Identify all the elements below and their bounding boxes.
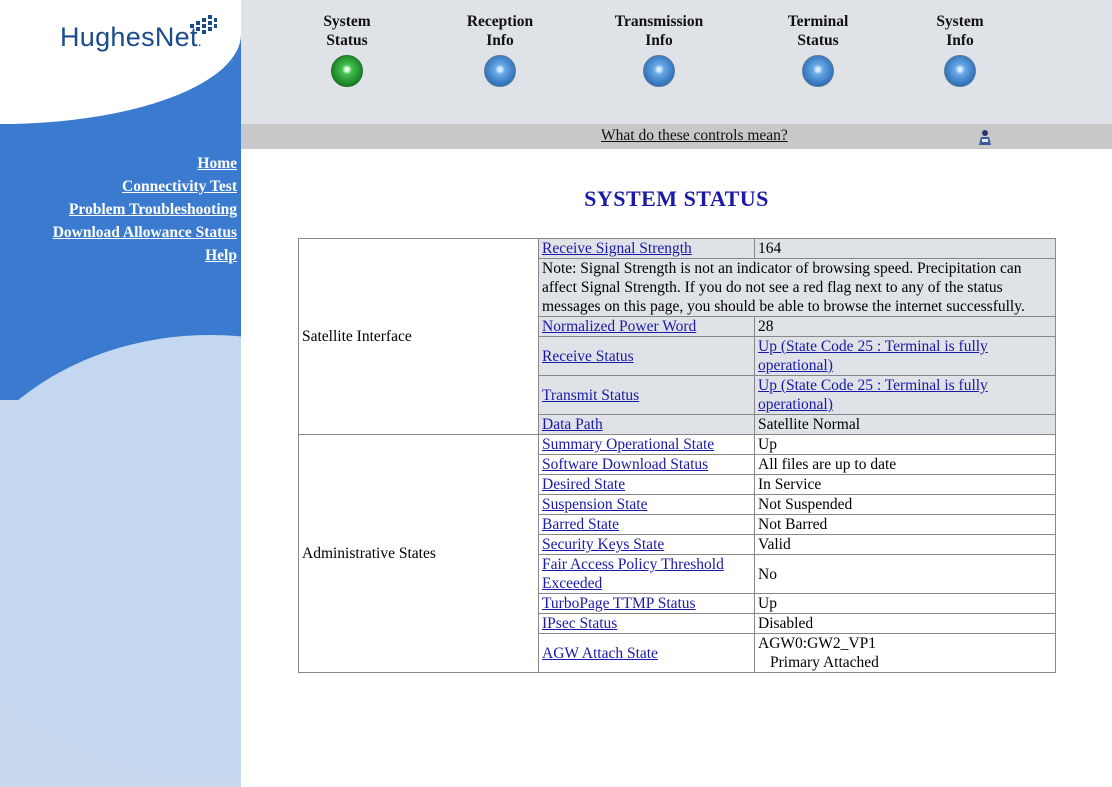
category-satellite-interface: Satellite Interface bbox=[298, 238, 539, 435]
row-key: Fair Access Policy Threshold Exceeded bbox=[538, 554, 755, 594]
row-value: In Service bbox=[754, 474, 1056, 495]
agw-value-detail: Primary Attached bbox=[770, 654, 879, 671]
tab-label: Reception Info bbox=[466, 13, 534, 49]
sidebar-link-help[interactable]: Help bbox=[53, 244, 237, 267]
row-value: No bbox=[754, 554, 1056, 594]
row-key: Security Keys State bbox=[538, 534, 755, 555]
receive-signal-strength-link[interactable]: Receive Signal Strength bbox=[542, 240, 692, 257]
controls-help-link[interactable]: What do these controls mean? bbox=[601, 127, 788, 145]
system-status-table: Satellite Interface Receive Signal Stren… bbox=[298, 238, 1056, 673]
row-value: AGW0:GW2_VP1 Primary Attached bbox=[754, 633, 1056, 673]
help-bar: What do these controls mean? bbox=[241, 124, 1112, 149]
security-keys-state-link[interactable]: Security Keys State bbox=[542, 536, 664, 553]
sidebar-link-download-allowance-status[interactable]: Download Allowance Status bbox=[53, 221, 237, 244]
status-dot-icon[interactable] bbox=[944, 55, 976, 87]
signal-note: Note: Signal Strength is not an indicato… bbox=[538, 258, 1056, 317]
category-administrative-states: Administrative States bbox=[298, 434, 539, 673]
row-key: Receive Status bbox=[538, 336, 755, 376]
sidebar-nav: Home Connectivity Test Problem Troublesh… bbox=[53, 152, 237, 267]
row-value: Valid bbox=[754, 534, 1056, 555]
help-person-icon[interactable] bbox=[977, 129, 993, 145]
row-value: Satellite Normal bbox=[754, 414, 1056, 435]
transmit-status-value-link[interactable]: Up (State Code 25 : Terminal is fully op… bbox=[758, 377, 988, 413]
row-value: 28 bbox=[754, 316, 1056, 337]
hughesnet-logo: HughesNet. bbox=[60, 22, 202, 52]
row-key: Transmit Status bbox=[538, 375, 755, 415]
row-key: Receive Signal Strength bbox=[538, 238, 755, 259]
row-key: Data Path bbox=[538, 414, 755, 435]
row-key: Barred State bbox=[538, 514, 755, 535]
row-value: Not Barred bbox=[754, 514, 1056, 535]
agw-value: AGW0:GW2_VP1 bbox=[758, 635, 876, 652]
row-value: 164 bbox=[754, 238, 1056, 259]
row-key: Software Download Status bbox=[538, 454, 755, 475]
row-key: Desired State bbox=[538, 474, 755, 495]
tab-transmission-info[interactable]: Transmission Info bbox=[609, 12, 709, 87]
left-sidebar: HughesNet. Home Connectivity Test Proble… bbox=[0, 0, 241, 787]
agw-attach-state-link[interactable]: AGW Attach State bbox=[542, 645, 658, 662]
software-download-status-link[interactable]: Software Download Status bbox=[542, 456, 708, 473]
tab-reception-info[interactable]: Reception Info bbox=[450, 12, 550, 87]
sidebar-link-home[interactable]: Home bbox=[53, 152, 237, 175]
sidebar-wave bbox=[0, 335, 241, 775]
status-dot-icon[interactable] bbox=[484, 55, 516, 87]
tab-label: System Info bbox=[936, 13, 984, 49]
row-value: Not Suspended bbox=[754, 494, 1056, 515]
row-key: IPsec Status bbox=[538, 613, 755, 634]
row-value: Up (State Code 25 : Terminal is fully op… bbox=[754, 336, 1056, 376]
row-key: Summary Operational State bbox=[538, 434, 755, 455]
fair-access-policy-link[interactable]: Fair Access Policy Threshold Exceeded bbox=[542, 556, 724, 592]
tab-terminal-status[interactable]: Terminal Status bbox=[768, 12, 868, 87]
tab-system-info[interactable]: System Info bbox=[910, 12, 1010, 87]
status-dot-icon[interactable] bbox=[643, 55, 675, 87]
transmit-status-link[interactable]: Transmit Status bbox=[542, 387, 639, 404]
table-row: Satellite Interface Receive Signal Stren… bbox=[298, 238, 1056, 435]
turbopage-ttmp-status-link[interactable]: TurboPage TTMP Status bbox=[542, 595, 696, 612]
hughesnet-logo-icon bbox=[190, 15, 217, 34]
row-key: Normalized Power Word bbox=[538, 316, 755, 337]
sidebar-link-connectivity-test[interactable]: Connectivity Test bbox=[53, 175, 237, 198]
data-path-link[interactable]: Data Path bbox=[542, 416, 603, 433]
row-key: Suspension State bbox=[538, 494, 755, 515]
barred-state-link[interactable]: Barred State bbox=[542, 516, 619, 533]
row-value: Up (State Code 25 : Terminal is fully op… bbox=[754, 375, 1056, 415]
tab-system-status[interactable]: System Status bbox=[297, 12, 397, 87]
page-title: SYSTEM STATUS bbox=[584, 186, 769, 211]
ipsec-status-link[interactable]: IPsec Status bbox=[542, 615, 617, 632]
status-dot-icon[interactable] bbox=[802, 55, 834, 87]
row-value: All files are up to date bbox=[754, 454, 1056, 475]
row-key: TurboPage TTMP Status bbox=[538, 593, 755, 614]
status-dot-icon[interactable] bbox=[331, 55, 363, 87]
tab-label: Transmission Info bbox=[614, 13, 704, 49]
normalized-power-word-link[interactable]: Normalized Power Word bbox=[542, 318, 696, 335]
tab-label: System Status bbox=[323, 13, 371, 49]
row-value: Disabled bbox=[754, 613, 1056, 634]
top-navigation: System Status Reception Info Transmissio… bbox=[241, 0, 1112, 124]
row-key: AGW Attach State bbox=[538, 633, 755, 673]
row-value: Up bbox=[754, 434, 1056, 455]
desired-state-link[interactable]: Desired State bbox=[542, 476, 625, 493]
table-row: Administrative States Summary Operationa… bbox=[298, 434, 1056, 673]
tab-label: Terminal Status bbox=[787, 13, 849, 49]
summary-operational-state-link[interactable]: Summary Operational State bbox=[542, 436, 714, 453]
sidebar-link-problem-troubleshooting[interactable]: Problem Troubleshooting bbox=[53, 198, 237, 221]
row-value: Up bbox=[754, 593, 1056, 614]
receive-status-link[interactable]: Receive Status bbox=[542, 348, 634, 365]
suspension-state-link[interactable]: Suspension State bbox=[542, 496, 648, 513]
receive-status-value-link[interactable]: Up (State Code 25 : Terminal is fully op… bbox=[758, 338, 988, 374]
